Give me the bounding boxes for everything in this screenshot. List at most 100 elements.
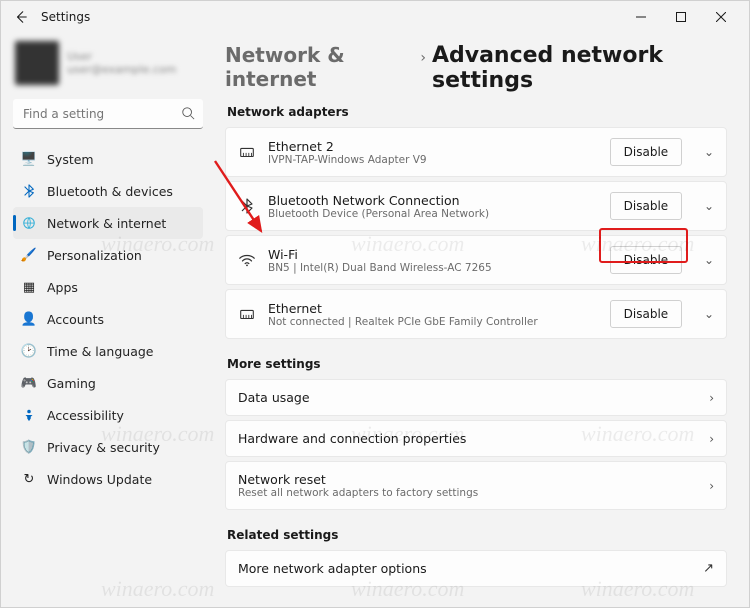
sidebar-item-label: Gaming	[47, 376, 96, 391]
arrow-left-icon	[14, 10, 28, 24]
adapter-text: EthernetNot connected | Realtek PCIe GbE…	[268, 301, 538, 328]
chevron-right-icon: ›	[420, 50, 426, 66]
account-email: user@example.com	[67, 63, 176, 76]
maximize-icon	[676, 12, 686, 22]
section-more-header: More settings	[227, 357, 727, 371]
accessibility-icon	[21, 407, 37, 423]
sidebar-item-system[interactable]: 🖥️ System	[13, 143, 203, 175]
adapter-text: Ethernet 2IVPN-TAP-Windows Adapter V9	[268, 139, 427, 166]
disable-button[interactable]: Disable	[610, 192, 682, 220]
chevron-right-icon: ›	[709, 391, 714, 405]
disable-button[interactable]: Disable	[610, 138, 682, 166]
row-title: More network adapter options	[238, 561, 427, 576]
title-bar: Settings	[1, 1, 749, 33]
eth-icon	[238, 305, 256, 323]
sidebar-item-personalization[interactable]: 🖌️ Personalization	[13, 239, 203, 271]
row-title: Hardware and connection properties	[238, 431, 466, 446]
chevron-down-icon[interactable]: ⌄	[704, 145, 714, 159]
sidebar-item-label: Network & internet	[47, 216, 166, 231]
personalization-icon: 🖌️	[21, 247, 37, 263]
sidebar-item-apps[interactable]: ▦ Apps	[13, 271, 203, 303]
sidebar-item-accounts[interactable]: 👤 Accounts	[13, 303, 203, 335]
apps-icon: ▦	[21, 279, 37, 295]
main-content: Network & internet › Advanced network se…	[211, 33, 749, 607]
sidebar-item-time[interactable]: 🕑 Time & language	[13, 335, 203, 367]
back-button[interactable]	[9, 5, 33, 29]
sidebar-item-label: Time & language	[47, 344, 153, 359]
adapter-title: Ethernet	[268, 301, 538, 316]
row-title: Data usage	[238, 390, 310, 405]
page-title: Advanced network settings	[432, 43, 727, 93]
search-input[interactable]	[13, 99, 203, 129]
sidebar-item-update[interactable]: ↻Windows Update	[13, 463, 203, 495]
chevron-down-icon[interactable]: ⌄	[704, 253, 714, 267]
adapter-subtitle: BN5 | Intel(R) Dual Band Wireless-AC 726…	[268, 262, 492, 274]
related-row[interactable]: More network adapter options↗	[225, 550, 727, 587]
close-button[interactable]	[701, 3, 741, 31]
adapter-title: Wi-Fi	[268, 247, 492, 262]
sidebar-item-label: System	[47, 152, 94, 167]
adapter-row[interactable]: Wi-FiBN5 | Intel(R) Dual Band Wireless-A…	[225, 235, 727, 285]
row-title: Network reset	[238, 472, 478, 487]
chevron-down-icon[interactable]: ⌄	[704, 307, 714, 321]
breadcrumb: Network & internet › Advanced network se…	[225, 43, 727, 93]
row-text: Network resetReset all network adapters …	[238, 472, 478, 499]
related-list: More network adapter options↗	[225, 550, 727, 587]
gaming-icon: 🎮	[21, 375, 37, 391]
adapters-list: Ethernet 2IVPN-TAP-Windows Adapter V9 Dis…	[225, 127, 727, 339]
privacy-icon: 🛡️	[21, 439, 37, 455]
maximize-button[interactable]	[661, 3, 701, 31]
sidebar-item-accessibility[interactable]: Accessibility	[13, 399, 203, 431]
adapter-subtitle: IVPN-TAP-Windows Adapter V9	[268, 154, 427, 166]
adapter-row[interactable]: Ethernet 2IVPN-TAP-Windows Adapter V9 Dis…	[225, 127, 727, 177]
nav-list: 🖥️ System Bluetooth & devices Network & int…	[13, 143, 203, 495]
sidebar-item-gaming[interactable]: 🎮 Gaming	[13, 367, 203, 399]
window-title: Settings	[41, 10, 90, 24]
chevron-down-icon[interactable]: ⌄	[704, 199, 714, 213]
sidebar-item-privacy[interactable]: 🛡️ Privacy & security	[13, 431, 203, 463]
search-icon	[181, 106, 195, 123]
settings-row[interactable]: Network resetReset all network adapters …	[225, 461, 727, 510]
adapter-text: Wi-FiBN5 | Intel(R) Dual Band Wireless-A…	[268, 247, 492, 274]
minimize-button[interactable]	[621, 3, 661, 31]
settings-window: Settings User user@example.com 🖥️Sys	[0, 0, 750, 608]
sidebar-item-label: Personalization	[47, 248, 142, 263]
bluetooth-icon	[21, 183, 37, 199]
sidebar-item-bluetooth[interactable]: Bluetooth & devices	[13, 175, 203, 207]
adapter-title: Ethernet 2	[268, 139, 427, 154]
account-name: User	[67, 50, 176, 63]
adapter-text: Bluetooth Network ConnectionBluetooth De…	[268, 193, 489, 220]
row-text: Hardware and connection properties	[238, 431, 466, 446]
minimize-icon	[636, 12, 646, 22]
sidebar-item-label: Accounts	[47, 312, 104, 327]
disable-button[interactable]: Disable	[610, 246, 682, 274]
adapter-row[interactable]: EthernetNot connected | Realtek PCIe GbE…	[225, 289, 727, 339]
disable-button[interactable]: Disable	[610, 300, 682, 328]
system-icon: 🖥️	[21, 151, 37, 167]
close-icon	[716, 12, 726, 22]
adapter-subtitle: Not connected | Realtek PCIe GbE Family …	[268, 316, 538, 328]
section-related-header: Related settings	[227, 528, 727, 542]
wifi-icon	[238, 251, 256, 269]
more-list: Data usage›Hardware and connection prope…	[225, 379, 727, 510]
breadcrumb-root[interactable]: Network & internet	[225, 43, 414, 91]
eth-icon	[238, 143, 256, 161]
search-box	[13, 99, 203, 129]
update-icon: ↻	[21, 471, 37, 487]
account-block[interactable]: User user@example.com	[13, 37, 203, 99]
accounts-icon: 👤	[21, 311, 37, 327]
time-icon: 🕑	[21, 343, 37, 359]
sidebar-item-label: Apps	[47, 280, 78, 295]
chevron-right-icon: ›	[709, 432, 714, 446]
chevron-right-icon: ›	[709, 479, 714, 493]
bt-icon	[238, 197, 256, 215]
sidebar-item-label: Privacy & security	[47, 440, 160, 455]
adapter-subtitle: Bluetooth Device (Personal Area Network)	[268, 208, 489, 220]
sidebar-item-network[interactable]: Network & internet	[13, 207, 203, 239]
row-text: Data usage	[238, 390, 310, 405]
settings-row[interactable]: Hardware and connection properties ›	[225, 420, 727, 457]
row-subtitle: Reset all network adapters to factory se…	[238, 487, 478, 499]
window-body: User user@example.com 🖥️ System Bluetooth …	[1, 33, 749, 607]
settings-row[interactable]: Data usage ›	[225, 379, 727, 416]
adapter-row[interactable]: Bluetooth Network ConnectionBluetooth De…	[225, 181, 727, 231]
